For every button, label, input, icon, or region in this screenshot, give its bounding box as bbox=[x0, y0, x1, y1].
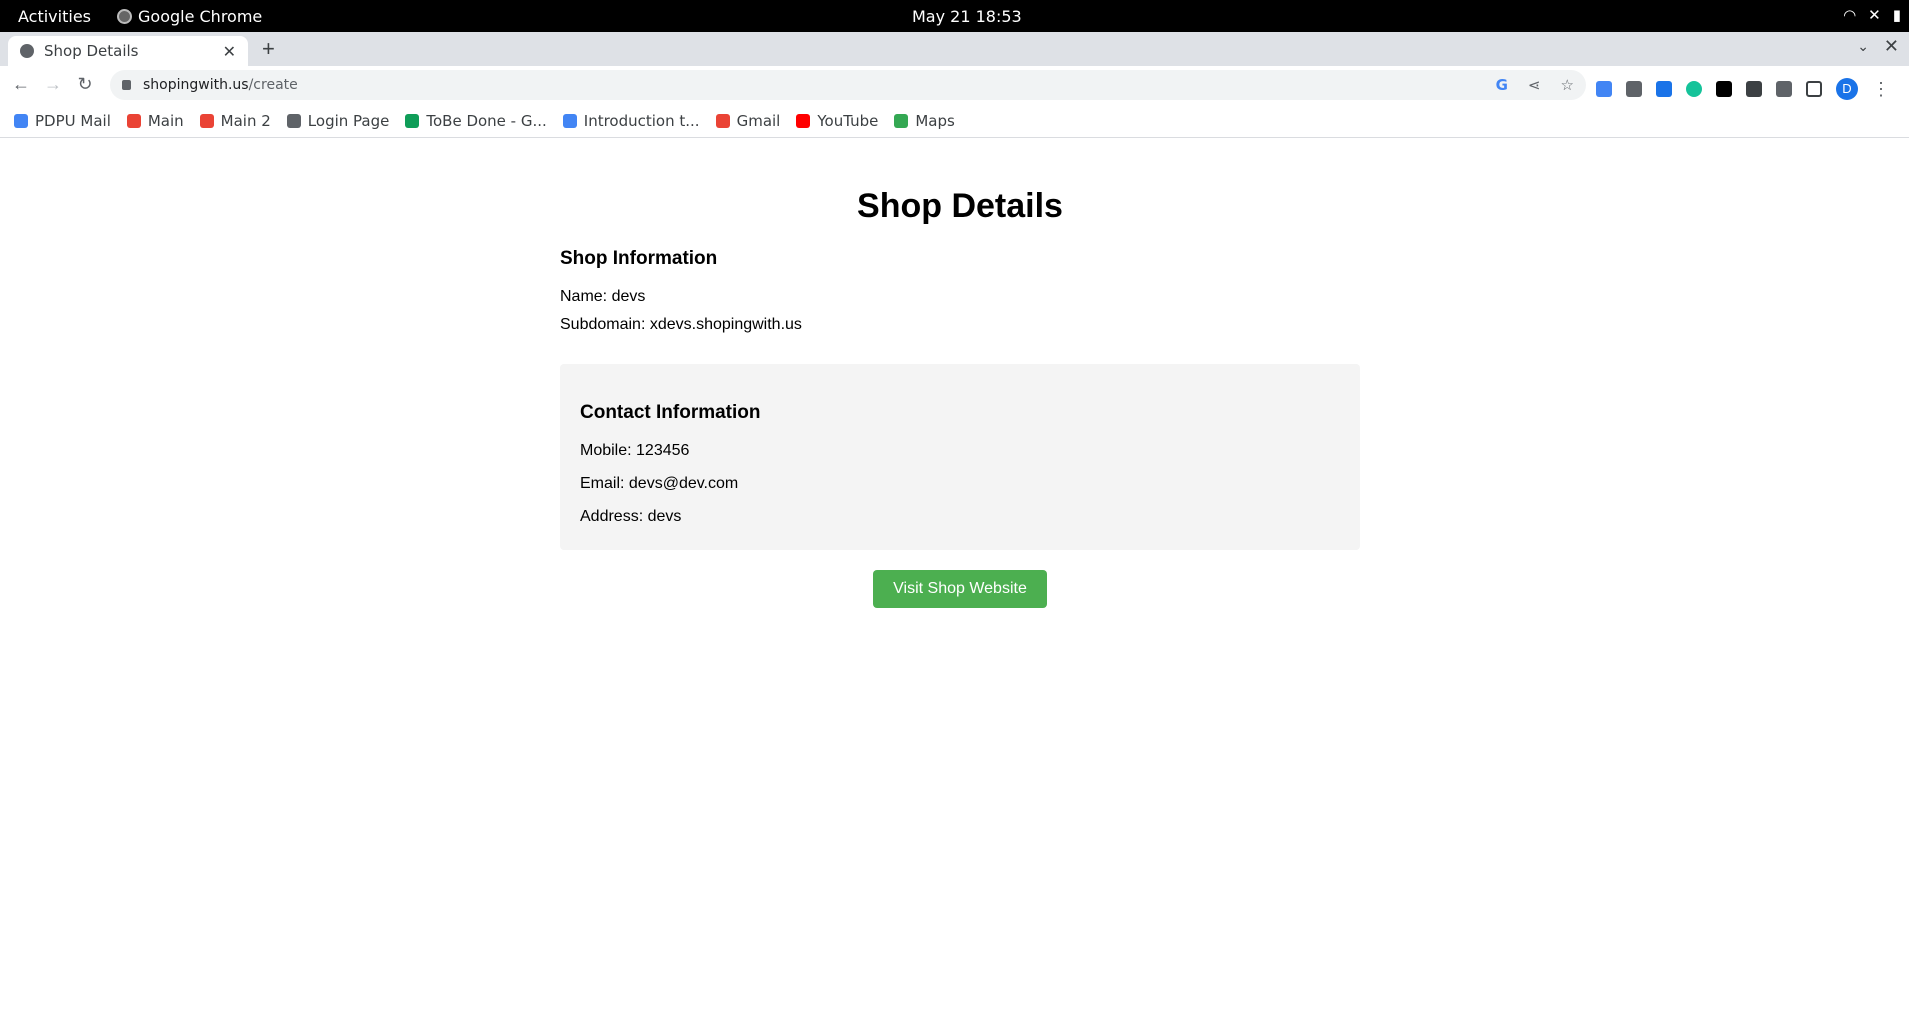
battery-icon: ▮ bbox=[1892, 6, 1901, 24]
activities-button[interactable]: Activities bbox=[18, 7, 91, 26]
kebab-menu-icon[interactable]: ⋮ bbox=[1872, 79, 1890, 100]
docs-icon bbox=[562, 113, 577, 128]
youtube-icon bbox=[796, 113, 811, 128]
contact-info-heading: Contact Information bbox=[580, 402, 761, 423]
maps-icon bbox=[894, 113, 909, 128]
globe-icon bbox=[20, 44, 34, 58]
chrome-icon bbox=[117, 9, 132, 24]
forward-icon[interactable]: → bbox=[42, 74, 64, 95]
sheets-icon bbox=[405, 113, 420, 128]
address-bar[interactable]: shopingwith.us/create G ⋖ ☆ bbox=[110, 70, 1586, 100]
bookmark-label: Main 2 bbox=[220, 111, 271, 130]
shop-subdomain: Subdomain: xdevs.shopingwith.us bbox=[560, 316, 802, 333]
google-icon bbox=[14, 113, 28, 128]
bookmark-item[interactable]: Gmail bbox=[715, 111, 781, 130]
share-icon[interactable]: ⋖ bbox=[1528, 76, 1541, 94]
close-tab-icon[interactable]: ✕ bbox=[223, 42, 236, 61]
bookmark-item[interactable]: Maps bbox=[894, 111, 955, 130]
back-icon[interactable]: ← bbox=[10, 74, 32, 95]
extensions-puzzle-icon[interactable] bbox=[1776, 81, 1792, 97]
bookmark-item[interactable]: Introduction t... bbox=[562, 111, 700, 130]
shop-details-container: Shop Details Shop Information Name: devs… bbox=[560, 139, 1360, 608]
bookmark-star-icon[interactable]: ☆ bbox=[1561, 76, 1574, 94]
bookmark-label: Introduction t... bbox=[583, 111, 700, 130]
clock[interactable]: May 21 18:53 bbox=[912, 7, 1022, 26]
bookmark-label: PDPU Mail bbox=[35, 111, 111, 130]
pen-extension-icon[interactable] bbox=[1746, 81, 1762, 97]
bookmark-label: Gmail bbox=[736, 111, 781, 130]
bookmark-item[interactable]: Main bbox=[126, 111, 184, 130]
translate-extension-icon[interactable] bbox=[1596, 81, 1612, 97]
visit-shop-website-button[interactable]: Visit Shop Website bbox=[873, 570, 1047, 608]
reload-icon[interactable]: ↻ bbox=[74, 74, 96, 95]
bookmark-item[interactable]: PDPU Mail bbox=[14, 112, 111, 130]
app-name: Google Chrome bbox=[138, 7, 263, 26]
shop-info-section: Shop Information Name: devs Subdomain: x… bbox=[560, 248, 1360, 334]
tab-title: Shop Details bbox=[44, 42, 139, 60]
bookmark-label: ToBe Done - G... bbox=[426, 111, 547, 130]
contact-email: Email: devs@dev.com bbox=[580, 475, 739, 492]
lock-icon[interactable] bbox=[122, 80, 131, 90]
bookmark-item[interactable]: Main 2 bbox=[199, 111, 271, 130]
shop-info-heading: Shop Information bbox=[560, 248, 718, 269]
page-title: Shop Details bbox=[857, 187, 1063, 225]
notion-extension-icon[interactable] bbox=[1716, 81, 1732, 97]
bookmark-label: YouTube bbox=[817, 111, 879, 130]
gmail-icon bbox=[126, 113, 141, 128]
shop-name: Name: devs bbox=[560, 288, 646, 305]
contact-info-section: Contact Information Mobile: 123456 Email… bbox=[560, 364, 1360, 550]
tab-search-chevron-icon[interactable]: ⌄ bbox=[1857, 38, 1869, 55]
bookmark-label: Maps bbox=[915, 111, 955, 130]
extensions-area: D ⋮ bbox=[1596, 78, 1890, 100]
bookmark-label: Login Page bbox=[307, 111, 390, 130]
system-tray[interactable]: ◠ ✕ ▮ bbox=[1843, 6, 1901, 24]
wifi-icon: ◠ bbox=[1843, 6, 1857, 24]
page-content: Shop Details Shop Information Name: devs… bbox=[0, 139, 1909, 1010]
bookmark-item[interactable]: Login Page bbox=[286, 111, 390, 130]
window-close-icon[interactable]: ✕ bbox=[1884, 36, 1899, 57]
volume-muted-icon: ✕ bbox=[1868, 6, 1881, 24]
bookmark-label: Main bbox=[147, 111, 184, 130]
grammarly-extension-icon[interactable] bbox=[1686, 81, 1702, 97]
bookmark-item[interactable]: ToBe Done - G... bbox=[405, 111, 547, 130]
bookmarks-bar: PDPU Mail Main Main 2 Login Page ToBe Done -… bbox=[0, 104, 1909, 138]
tab-shop-details[interactable]: Shop Details ✕ bbox=[8, 36, 248, 66]
os-top-bar: Activities Google Chrome May 21 18:53 ◠ … bbox=[0, 0, 1909, 32]
side-panel-icon[interactable] bbox=[1806, 81, 1822, 97]
y-extension-icon[interactable] bbox=[1656, 81, 1672, 97]
app-menu[interactable]: Google Chrome bbox=[117, 7, 262, 26]
bitwarden-extension-icon[interactable] bbox=[1626, 81, 1642, 97]
tab-strip: Shop Details ✕ bbox=[0, 32, 1909, 66]
contact-mobile: Mobile: 123456 bbox=[580, 442, 690, 459]
contact-address: Address: devs bbox=[580, 508, 682, 525]
url-path: /create bbox=[248, 77, 298, 93]
globe-icon bbox=[286, 113, 301, 128]
gmail-icon bbox=[199, 113, 214, 128]
url-host: shopingwith.us bbox=[143, 77, 249, 93]
new-tab-button[interactable]: + bbox=[262, 36, 275, 62]
gmail-icon bbox=[715, 113, 730, 128]
browser-toolbar: ← → ↻ shopingwith.us/create G ⋖ ☆ D ⋮ bbox=[0, 66, 1909, 104]
bookmark-item[interactable]: YouTube bbox=[796, 112, 878, 130]
google-lens-icon[interactable]: G bbox=[1496, 76, 1508, 94]
profile-avatar[interactable]: D bbox=[1836, 78, 1858, 100]
